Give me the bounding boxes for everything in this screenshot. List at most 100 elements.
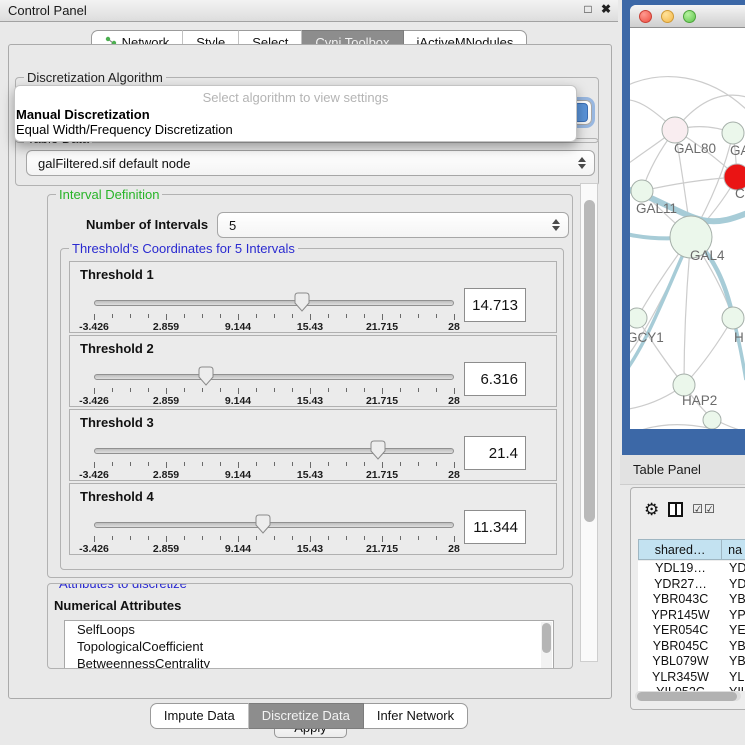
dropdown-placeholder-option[interactable]: Select algorithm to view settings — [15, 86, 576, 107]
table-panel-titlebar: Table Panel — [620, 455, 745, 485]
attribute-list-item[interactable]: BetweennessCentrality — [65, 655, 553, 669]
cell-shared-name[interactable]: YDL19… — [638, 561, 723, 577]
cell-shared-name[interactable]: YBR043C — [638, 592, 723, 608]
threshold-slider[interactable]: -3.4262.8599.14415.4321.71528 — [94, 366, 454, 406]
network-node[interactable]: GA — [722, 122, 745, 158]
numerical-attributes-list[interactable]: SelfLoopsTopologicalCoefficientBetweenne… — [64, 620, 554, 669]
attribute-list-item[interactable]: SelfLoops — [65, 621, 553, 638]
threshold-slider[interactable]: -3.4262.8599.14415.4321.71528 — [94, 292, 454, 332]
table-row[interactable]: YDR27…YDR2 — [638, 577, 745, 593]
threshold-slider[interactable]: -3.4262.8599.14415.4321.71528 — [94, 514, 454, 554]
list-scrollbar[interactable] — [541, 622, 552, 668]
dropdown-option-manual[interactable]: Manual Discretization — [15, 107, 576, 122]
slider-tick-label: 28 — [448, 469, 460, 481]
cell-shared-name[interactable]: YDR27… — [638, 577, 723, 593]
cell-shared-name[interactable]: YLR345W — [638, 670, 723, 686]
close-traffic-light-icon[interactable] — [639, 10, 652, 23]
slider-thumb[interactable] — [255, 514, 271, 535]
network-node[interactable]: C — [724, 164, 745, 201]
node-table: shared… na YDL19…YDL1YDR27…YDR2YBR043CYB… — [638, 539, 745, 560]
number-of-intervals-combobox[interactable]: 5 — [217, 212, 569, 238]
threshold-slider[interactable]: -3.4262.8599.14415.4321.71528 — [94, 440, 454, 480]
column-header-name[interactable]: na — [722, 539, 745, 560]
cell-name[interactable]: YBR0 — [723, 592, 745, 608]
network-canvas[interactable]: GAL80GACGAL11GAL4GCY1HHAP2 — [630, 28, 745, 429]
table-row[interactable]: YER054CYER0 — [638, 623, 745, 639]
network-node[interactable] — [703, 411, 721, 429]
gear-icon[interactable]: ⚙ — [644, 501, 659, 518]
threshold-value-field[interactable]: 11.344 — [464, 510, 526, 544]
slider-tick — [346, 536, 347, 540]
network-node[interactable]: H — [722, 307, 744, 345]
attribute-list-item[interactable]: TopologicalCoefficient — [65, 638, 553, 655]
network-edge[interactable] — [637, 318, 684, 385]
slider-track[interactable] — [94, 522, 454, 528]
cell-shared-name[interactable]: YPR145W — [638, 608, 723, 624]
cell-name[interactable]: YBL0 — [723, 654, 745, 670]
network-node-label: C — [735, 186, 745, 201]
scrollbar-thumb[interactable] — [542, 623, 551, 653]
slider-tick — [328, 462, 329, 466]
table-horizontal-scrollbar[interactable] — [635, 691, 741, 701]
table-row[interactable]: YLR345WYLR3 — [638, 670, 745, 686]
tab-infer-network[interactable]: Infer Network — [364, 703, 468, 729]
slider-tick — [184, 388, 185, 392]
cell-shared-name[interactable]: YER054C — [638, 623, 723, 639]
slider-tick — [256, 388, 257, 392]
network-edge[interactable] — [684, 318, 733, 385]
dropdown-option-equal-width[interactable]: Equal Width/Frequency Discretization — [15, 122, 576, 137]
scrollbar-thumb[interactable] — [584, 200, 595, 522]
cell-shared-name[interactable]: YBL079W — [638, 654, 723, 670]
slider-track[interactable] — [94, 300, 454, 306]
slider-tick-label: 28 — [448, 395, 460, 407]
slider-tick — [436, 314, 437, 318]
slider-track[interactable] — [94, 374, 454, 380]
close-icon[interactable]: ✖ — [598, 2, 614, 18]
cell-name[interactable]: YPR1 — [723, 608, 745, 624]
column-header-shared-name[interactable]: shared… — [638, 539, 722, 560]
table-row[interactable]: YDL19…YDL1 — [638, 561, 745, 577]
network-node-label: HAP2 — [682, 393, 717, 408]
columns-icon[interactable] — [668, 502, 683, 517]
float-window-icon[interactable]: □ — [580, 2, 596, 18]
table-data-combobox[interactable]: galFiltered.sif default node — [26, 150, 595, 176]
table-row[interactable]: YBL079WYBL0 — [638, 654, 745, 670]
table-row[interactable]: YBR045CYBR0 — [638, 639, 745, 655]
table-row[interactable]: YPR145WYPR1 — [638, 608, 745, 624]
slider-tick — [274, 314, 275, 318]
network-edge[interactable] — [642, 177, 737, 191]
checkbox-icons[interactable]: ☑☑ — [692, 503, 716, 515]
panel-vertical-scrollbar[interactable] — [580, 183, 598, 662]
network-node[interactable]: GAL80 — [662, 117, 716, 156]
slider-tick — [256, 314, 257, 318]
network-window-titlebar[interactable] — [630, 5, 745, 28]
cell-shared-name[interactable]: YBR045C — [638, 639, 723, 655]
slider-tick-label: 15.43 — [297, 469, 323, 481]
cell-name[interactable]: YDL1 — [723, 561, 745, 577]
threshold-value-field[interactable]: 21.4 — [464, 436, 526, 470]
tab-discretize-data[interactable]: Discretize Data — [249, 703, 364, 729]
network-edge[interactable] — [630, 237, 691, 376]
network-node-label: H — [734, 330, 744, 345]
cell-name[interactable]: YBR0 — [723, 639, 745, 655]
table-toolbar: ⚙ ☑☑ — [631, 494, 745, 524]
zoom-traffic-light-icon[interactable] — [683, 10, 696, 23]
network-node-label: GAL4 — [690, 248, 725, 263]
tab-impute-data[interactable]: Impute Data — [150, 703, 249, 729]
slider-tick — [400, 314, 401, 318]
table-row[interactable]: YBR043CYBR0 — [638, 592, 745, 608]
threshold-value-field[interactable]: 6.316 — [464, 362, 526, 396]
slider-thumb[interactable] — [198, 366, 214, 387]
slider-thumb[interactable] — [294, 292, 310, 313]
threshold-value-field[interactable]: 14.713 — [464, 288, 526, 322]
slider-tick — [418, 388, 419, 392]
minimize-traffic-light-icon[interactable] — [661, 10, 674, 23]
cell-name[interactable]: YDR2 — [723, 577, 745, 593]
slider-tick-label: 15.43 — [297, 321, 323, 333]
scrollbar-thumb[interactable] — [637, 692, 737, 701]
cell-name[interactable]: YLR3 — [723, 670, 745, 686]
slider-thumb[interactable] — [370, 440, 386, 461]
cell-name[interactable]: YER0 — [723, 623, 745, 639]
network-node[interactable]: HAP2 — [673, 374, 717, 408]
slider-track[interactable] — [94, 448, 454, 454]
